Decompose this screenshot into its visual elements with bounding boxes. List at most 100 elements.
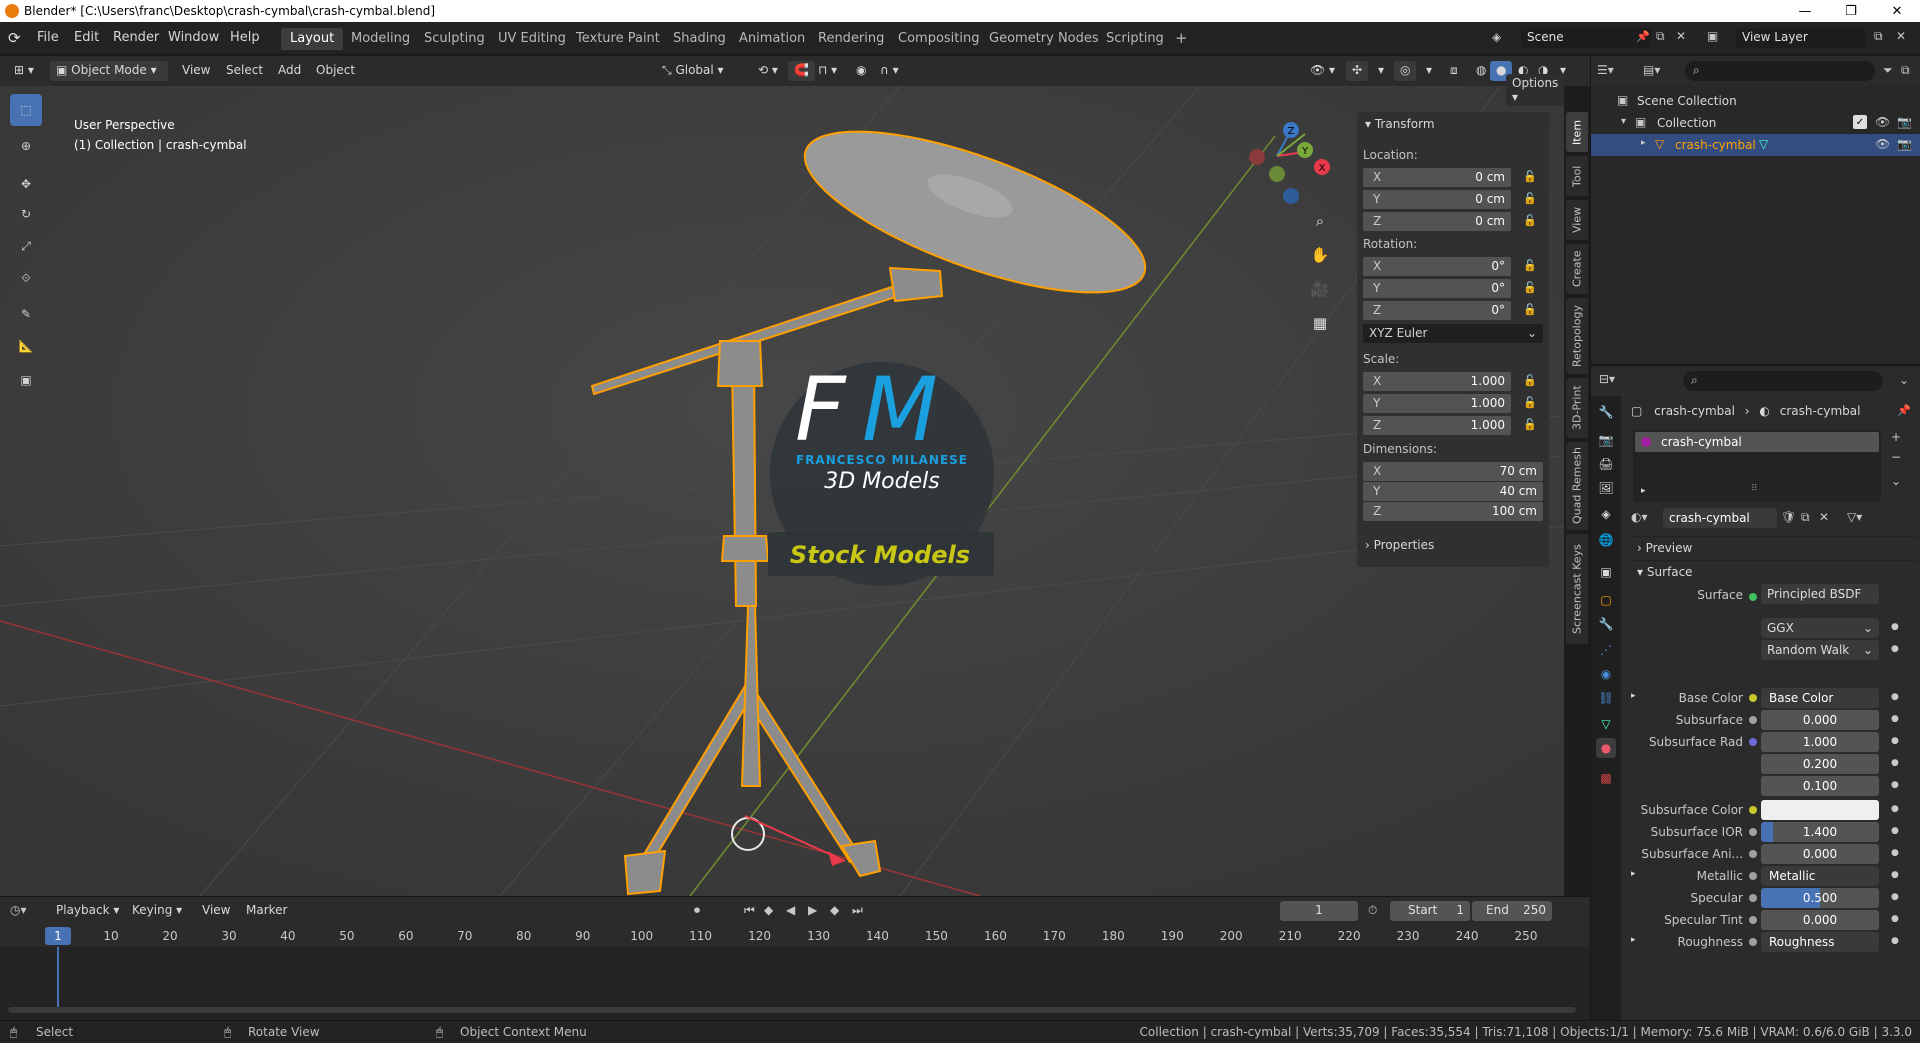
slot-specials-icon[interactable]: ⌄	[1891, 474, 1901, 488]
subsurface-method-dropdown[interactable]: Random Walk ⌄	[1761, 640, 1879, 660]
pin-icon[interactable]: 📌	[1636, 30, 1650, 43]
dimension-x-field[interactable]: X 70 cm	[1363, 462, 1543, 481]
preview-section-header[interactable]: › Preview	[1631, 536, 1917, 558]
outliner-search-input[interactable]: ⌕	[1685, 61, 1875, 81]
socket-dot[interactable]	[1749, 850, 1757, 858]
particles-tab-icon[interactable]: ⋰	[1596, 640, 1616, 660]
zoom-icon[interactable]: ⌕	[1307, 208, 1333, 234]
jump-end-icon[interactable]: ⏭	[852, 903, 863, 918]
material-name-field[interactable]: crash-cymbal	[1663, 508, 1777, 528]
annotate-tool[interactable]: ✎	[10, 298, 42, 330]
shader-input-field[interactable]: 0.000	[1761, 910, 1879, 930]
rotation-mode-dropdown[interactable]: XYZ Euler ⌄	[1363, 324, 1543, 343]
transform-header[interactable]: ▾ Transform	[1365, 117, 1435, 131]
overlay-toggle-icon[interactable]: ◎	[1394, 61, 1417, 81]
surface-shader-dropdown[interactable]: Principled BSDF	[1761, 584, 1879, 604]
rotation-x-field[interactable]: X 0°	[1363, 257, 1511, 276]
scale-z-field[interactable]: Z 1.000	[1363, 416, 1511, 435]
shader-input-field[interactable]: Base Color	[1761, 688, 1879, 708]
shader-input-field[interactable]: 0.000	[1761, 710, 1879, 730]
keyframe-dot[interactable]: ●	[1891, 804, 1899, 814]
eye-icon[interactable]: 👁	[1875, 115, 1890, 129]
dimension-y-field[interactable]: Y 40 cm	[1363, 482, 1543, 501]
scale-y-field[interactable]: Y 1.000	[1363, 394, 1511, 413]
options-chevron-icon[interactable]: ⌄	[1899, 373, 1909, 387]
menu-render[interactable]: Render	[113, 30, 159, 45]
tab-layout[interactable]: Layout	[281, 28, 344, 50]
shader-input-field[interactable]: 0.200	[1761, 754, 1879, 774]
start-frame-field[interactable]: Start 1	[1390, 901, 1470, 921]
transform-tool[interactable]: ⟐	[10, 262, 42, 294]
socket-dot[interactable]	[1749, 694, 1757, 702]
outliner-row-crash-cymbal[interactable]: ▸ ▽ crash-cymbal ▽ 👁 📷	[1591, 134, 1920, 156]
keyframe-dot[interactable]: ●	[1891, 826, 1899, 836]
add-cube-tool[interactable]: ▣	[10, 364, 42, 396]
overlay-dropdown-icon[interactable]: ▾	[1420, 61, 1438, 81]
tab-rendering[interactable]: Rendering	[809, 28, 893, 50]
timeline-ruler[interactable]: 10 20 30 40 50 60 70 80 90 100 110 120 130 140 150 160 1…	[0, 925, 1590, 947]
options-dropdown[interactable]: Options ▾	[1506, 74, 1565, 106]
distribution-dropdown[interactable]: GGX ⌄	[1761, 618, 1879, 638]
blender-menu-icon[interactable]: ⟳	[8, 29, 21, 47]
mode-dropdown[interactable]: ▣ Object Mode ▾	[50, 61, 168, 81]
expand-arrow-icon[interactable]: ▸	[1641, 486, 1646, 496]
tab-screencast-keys[interactable]: Screencast Keys	[1566, 534, 1588, 644]
current-frame-field[interactable]: 1	[1280, 901, 1358, 921]
tab-modeling[interactable]: Modeling	[342, 28, 419, 50]
tab-3d-print[interactable]: 3D-Print	[1566, 378, 1588, 438]
tab-uv-editing[interactable]: UV Editing	[489, 28, 575, 50]
socket-dot[interactable]	[1749, 894, 1757, 902]
timeline-editor-type-icon[interactable]: ◷▾	[10, 903, 27, 917]
camera-icon[interactable]: 🎥	[1307, 276, 1333, 302]
end-frame-field[interactable]: End 250	[1472, 901, 1552, 921]
shader-input-field[interactable]: 0.500	[1761, 888, 1879, 908]
new-view-layer-icon[interactable]: ⧉	[1874, 29, 1883, 44]
new-collection-icon[interactable]: ⧉	[1901, 63, 1910, 78]
expand-arrow-icon[interactable]: ▸	[1631, 869, 1636, 879]
material-slot-item[interactable]: crash-cymbal	[1635, 432, 1879, 452]
expand-arrow-icon[interactable]: ▸	[1641, 138, 1646, 148]
lock-icon[interactable]: 🔓	[1523, 396, 1537, 409]
properties-editor-type-icon[interactable]: ⊟▾	[1599, 372, 1615, 386]
editor-type-icon[interactable]: ⊞ ▾	[8, 61, 40, 81]
add-workspace-button[interactable]: +	[1166, 26, 1197, 48]
proportional-edit-icon[interactable]: ◉	[850, 61, 872, 81]
tab-sculpting[interactable]: Sculpting	[415, 28, 494, 50]
world-tab-icon[interactable]: 🌐	[1596, 530, 1616, 550]
pan-hand-icon[interactable]: ✋	[1307, 242, 1333, 268]
tab-compositing[interactable]: Compositing	[889, 28, 989, 50]
delete-view-layer-icon[interactable]: ✕	[1896, 29, 1906, 43]
menu-file[interactable]: File	[37, 30, 59, 45]
duplicate-material-icon[interactable]: ⧉	[1801, 510, 1810, 525]
location-y-field[interactable]: Y 0 cm	[1363, 190, 1511, 209]
play-icon[interactable]: ▶	[808, 903, 817, 917]
surface-section-header[interactable]: ▾ Surface	[1631, 560, 1917, 582]
render-camera-icon[interactable]: 📷	[1897, 137, 1912, 151]
socket-dot[interactable]	[1749, 916, 1757, 924]
play-reverse-icon[interactable]: ◀	[786, 903, 795, 917]
add-slot-icon[interactable]: +	[1891, 430, 1901, 444]
keyframe-dot[interactable]: ●	[1891, 914, 1899, 924]
menu-marker[interactable]: Marker	[240, 901, 293, 921]
keyframe-dot[interactable]: ●	[1891, 714, 1899, 724]
dimension-z-field[interactable]: Z 100 cm	[1363, 502, 1543, 521]
render-camera-icon[interactable]: 📷	[1897, 115, 1912, 129]
menu-add[interactable]: Add	[272, 61, 307, 81]
shader-input-field[interactable]: Roughness	[1761, 932, 1879, 952]
location-z-field[interactable]: Z 0 cm	[1363, 212, 1511, 231]
eye-icon[interactable]: 👁	[1875, 137, 1890, 151]
shader-input-field[interactable]: Metallic	[1761, 866, 1879, 886]
menu-window[interactable]: Window	[168, 30, 219, 45]
timeline-scrollbar[interactable]	[8, 1007, 1576, 1013]
measure-tool[interactable]: 📐	[10, 330, 42, 362]
viewport-3d[interactable]: F M FRANCESCO MILANESE 3D Models Stock M…	[0, 74, 1565, 896]
keyframe-dot[interactable]: ●	[1891, 848, 1899, 858]
record-icon[interactable]: ⏺	[694, 903, 700, 918]
lock-icon[interactable]: 🔓	[1523, 281, 1537, 294]
menu-help[interactable]: Help	[230, 30, 260, 45]
socket-dot[interactable]	[1749, 938, 1757, 946]
lock-icon[interactable]: 🔓	[1523, 374, 1537, 387]
tab-animation[interactable]: Animation	[730, 28, 814, 50]
menu-playback[interactable]: Playback ▾	[50, 901, 125, 921]
expand-arrow-icon[interactable]: ▸	[1631, 935, 1636, 945]
